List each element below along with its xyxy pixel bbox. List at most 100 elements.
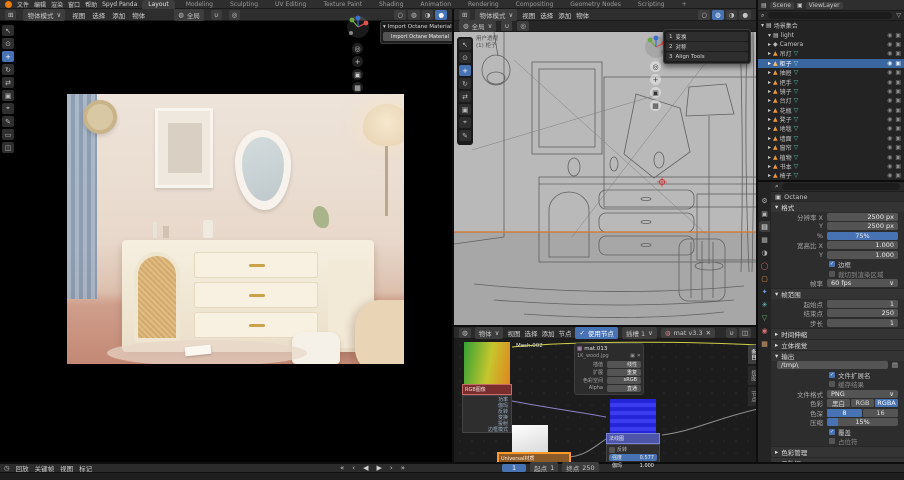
render-visibility-icon[interactable]: ▣ bbox=[895, 116, 901, 123]
use-nodes-toggle[interactable]: ✓ 使用节点 bbox=[575, 327, 617, 339]
tool-rotate-button[interactable]: ↻ bbox=[2, 64, 14, 75]
hide-icon[interactable]: ◉ bbox=[887, 88, 892, 95]
disclosure-icon[interactable]: ▸ bbox=[768, 97, 771, 104]
output-path-field[interactable]: /tmp\ bbox=[777, 361, 888, 369]
frame-start-field[interactable]: 1 bbox=[827, 300, 898, 308]
material-datablock[interactable]: ◍ mat v3.3 ✕ bbox=[661, 328, 715, 338]
tab-compositing[interactable]: Compositing bbox=[510, 0, 560, 9]
snap-magnet-icon[interactable]: ∪ bbox=[211, 10, 222, 20]
orientation-dropdown[interactable]: ◍ 全局 bbox=[174, 9, 204, 21]
disclosure-icon[interactable]: ▸ bbox=[768, 60, 771, 67]
tool-transform-button[interactable]: ▣ bbox=[459, 104, 471, 115]
tool-measure-button[interactable]: ✎ bbox=[459, 130, 471, 141]
shading-wireframe-icon[interactable]: ○ bbox=[698, 10, 710, 20]
menu-render[interactable]: 渲染 bbox=[51, 0, 63, 9]
zoom-icon[interactable]: ◎ bbox=[650, 61, 661, 72]
timeline[interactable]: ◷ 回放 关键帧 视图 标记 « ‹ ◀ ▶ › » 1 起点 1 终点 250 bbox=[0, 462, 904, 472]
mode-dropdown[interactable]: 物体模式 ∨ bbox=[475, 9, 517, 21]
tool-rotate-button[interactable]: ↻ bbox=[459, 78, 471, 89]
tool-select-button[interactable]: ↖ bbox=[2, 25, 14, 36]
resolution-y-field[interactable]: 2500 px bbox=[827, 222, 898, 230]
tab-tool-icon[interactable]: ⚙ bbox=[759, 195, 770, 206]
cache-checkbox[interactable] bbox=[829, 381, 835, 387]
outliner-item[interactable]: ▸ ▲ 墙面 ▽ ◉▣ bbox=[758, 134, 904, 143]
shading-rendered-icon[interactable]: ● bbox=[435, 10, 447, 20]
disclosure-icon[interactable]: ▸ bbox=[768, 163, 771, 170]
menu-node[interactable]: 节点 bbox=[558, 328, 571, 338]
slot-dropdown[interactable]: 插槽 1 ∨ bbox=[622, 327, 657, 339]
clock-icon[interactable]: ◷ bbox=[4, 464, 10, 472]
overwrite-checkbox[interactable]: ✓ bbox=[829, 429, 835, 435]
tab-world-icon[interactable]: ◯ bbox=[759, 260, 770, 271]
tool-measure-button[interactable]: ✎ bbox=[2, 116, 14, 127]
menu-edit[interactable]: 编辑 bbox=[34, 0, 46, 9]
hide-icon[interactable]: ◉ bbox=[887, 163, 892, 170]
panel-format-header[interactable]: ▾ 格式 bbox=[771, 201, 904, 212]
render-visibility-icon[interactable]: ▣ bbox=[895, 79, 901, 86]
menu-add[interactable]: 添加 bbox=[558, 10, 571, 20]
tool-add-cube-button[interactable]: ▭ bbox=[2, 129, 14, 140]
tab-modeling[interactable]: Modeling bbox=[180, 0, 219, 9]
hide-icon[interactable]: ◉ bbox=[887, 116, 892, 123]
compression-slider[interactable]: 15% bbox=[827, 418, 898, 426]
depth-8-button[interactable]: 8 bbox=[827, 409, 862, 417]
tab-layout[interactable]: Layout bbox=[142, 0, 174, 9]
menu-select[interactable]: 选择 bbox=[540, 10, 553, 20]
tool-cursor-button[interactable]: ⊙ bbox=[2, 38, 14, 49]
tool-scale-button[interactable]: ⇄ bbox=[2, 77, 14, 88]
outliner-item[interactable]: ▸ ▲ 抽屉 ▽ ◉▣ bbox=[758, 68, 904, 77]
current-frame-field[interactable]: 1 bbox=[502, 464, 526, 472]
tool-move-button[interactable]: + bbox=[2, 51, 14, 62]
snap-magnet-icon[interactable]: ∪ bbox=[501, 21, 512, 31]
panel-output-header[interactable]: ▾ 输出 bbox=[771, 350, 904, 361]
quick-menu-item[interactable]: 2 对称 bbox=[666, 42, 748, 51]
node-value-slider[interactable]: 强度0.577 bbox=[609, 454, 657, 461]
hide-icon[interactable]: ◉ bbox=[887, 135, 892, 142]
ortho-toggle-icon[interactable]: ▦ bbox=[650, 100, 661, 111]
outliner-item[interactable]: ▸ ▲ 花瓶 ▽ ◉▣ bbox=[758, 106, 904, 115]
quick-menu-item[interactable]: 3 Align Tools bbox=[666, 52, 748, 61]
panel-stereoscopy-header[interactable]: ▸ 立体视觉 bbox=[771, 339, 904, 350]
filter-icon[interactable]: ▽ bbox=[896, 12, 901, 19]
disclosure-icon[interactable]: ▸ bbox=[768, 79, 771, 86]
editor-type-icon[interactable]: ◍ bbox=[459, 328, 471, 338]
next-keyframe-button[interactable]: › bbox=[390, 464, 393, 472]
disclosure-icon[interactable]: ▸ bbox=[768, 116, 771, 123]
outliner-search-input[interactable] bbox=[768, 12, 892, 19]
outliner-item-root[interactable]: ▾ ▤ 场景集合 bbox=[758, 21, 904, 30]
aspect-x-field[interactable]: 1.000 bbox=[827, 241, 898, 249]
resolution-x-field[interactable]: 2500 px bbox=[827, 213, 898, 221]
proportional-edit-icon[interactable]: ◎ bbox=[517, 21, 529, 31]
extension-checkbox[interactable]: ✓ bbox=[829, 372, 835, 378]
hide-icon[interactable]: ◉ bbox=[887, 32, 892, 39]
tab-render-icon[interactable]: ▣ bbox=[759, 208, 770, 219]
outliner-item[interactable]: ▸ ◆ Camera ◉▣ bbox=[758, 40, 904, 49]
render-viewport[interactable]: ⊞ 物体模式 ∨ 视图 选择 添加 物体 ◍ 全局 ∪ ◎ ○ ◍ ◑ ● bbox=[0, 9, 452, 462]
properties-editor[interactable]: ⚙ ▣ ▤ ▦ ◑ ◯ ▢ ✦ ✳ ▽ ◉ ▦ ⌕ ▣ Octane bbox=[756, 180, 904, 462]
navigation-gizmo[interactable] bbox=[346, 15, 370, 39]
outliner-item[interactable]: ▸ ▲ 窗帘 ▽ ◉▣ bbox=[758, 143, 904, 152]
import-octane-button[interactable]: Import Octane Material bbox=[383, 32, 457, 41]
outliner-item[interactable]: ▾ ▤ light ◉▣ bbox=[758, 30, 904, 39]
overlay-icon[interactable]: ◫ bbox=[739, 328, 751, 338]
render-visibility-icon[interactable]: ▣ bbox=[895, 88, 901, 95]
render-visibility-icon[interactable]: ▣ bbox=[895, 107, 901, 114]
tab-uv-editing[interactable]: UV Editing bbox=[269, 0, 312, 9]
field-value[interactable]: 直通 bbox=[607, 385, 641, 392]
hide-icon[interactable]: ◉ bbox=[887, 60, 892, 67]
render-visibility-icon[interactable]: ▣ bbox=[895, 154, 901, 161]
folder-icon[interactable]: ▤ bbox=[892, 361, 898, 369]
tool-annotate-button[interactable]: ⌖ bbox=[459, 117, 471, 128]
editor-type-icon[interactable]: ⊞ bbox=[459, 10, 470, 20]
hide-icon[interactable]: ◉ bbox=[887, 107, 892, 114]
render-visibility-icon[interactable]: ▣ bbox=[895, 163, 901, 170]
camera-view-icon[interactable]: ▣ bbox=[650, 87, 661, 98]
border-checkbox[interactable]: ✓ bbox=[829, 261, 835, 267]
disclosure-icon[interactable]: ▸ bbox=[768, 50, 771, 57]
shading-wireframe-icon[interactable]: ○ bbox=[394, 10, 406, 20]
render-visibility-icon[interactable]: ▣ bbox=[895, 97, 901, 104]
resolution-pct-slider[interactable]: 75% bbox=[827, 232, 898, 240]
panel-frame-range-header[interactable]: ▾ 帧范围 bbox=[771, 288, 904, 299]
render-visibility-icon[interactable]: ▣ bbox=[895, 125, 901, 132]
frame-end-field[interactable]: 250 bbox=[827, 309, 898, 317]
